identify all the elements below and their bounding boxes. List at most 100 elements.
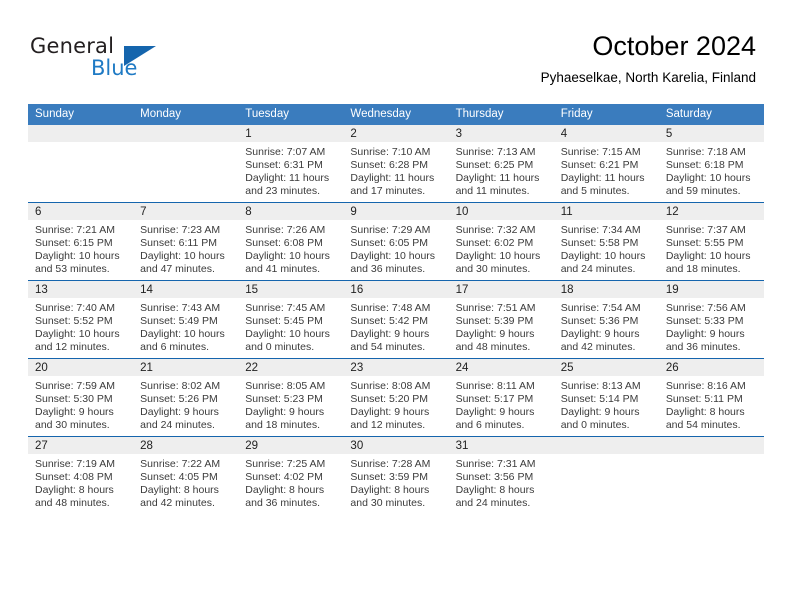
day-cell-inner: 2 Sunrise: 7:10 AM Sunset: 6:28 PM Daylight… [343, 125, 449, 202]
daylight-duration-line1: Daylight: 8 hours [455, 484, 535, 497]
calendar-day-cell[interactable]: 7 Sunrise: 7:23 AM Sunset: 6:11 PM Daylight… [133, 202, 239, 281]
day-cell-inner: 21 Sunrise: 8:02 AM Sunset: 5:26 PM Dayligh… [133, 359, 239, 436]
calendar-day-cell[interactable]: 14 Sunrise: 7:43 AM Sunset: 5:49 PM Dayligh… [133, 280, 239, 359]
day-cell-details: Sunrise: 7:22 AM Sunset: 4:05 PM Daylight:… [133, 454, 238, 510]
calendar-day-cell[interactable]: 19 Sunrise: 7:56 AM Sunset: 5:33 PM Dayligh… [658, 280, 764, 359]
day-number [553, 437, 659, 454]
daylight-duration-line1: Daylight: 8 hours [350, 484, 430, 497]
sunrise-time: Sunrise: 7:59 AM [35, 380, 115, 392]
day-cell-details: Sunrise: 7:21 AM Sunset: 6:15 PM Daylight:… [28, 220, 133, 276]
daylight-duration-line2: and 42 minutes. [560, 341, 636, 354]
calendar-day-cell[interactable]: 13 Sunrise: 7:40 AM Sunset: 5:52 PM Dayligh… [28, 280, 134, 359]
calendar-day-cell[interactable]: 16 Sunrise: 7:48 AM Sunset: 5:42 PM Dayligh… [343, 280, 449, 359]
day-number: 21 [133, 359, 239, 376]
daylight-duration-line1: Daylight: 8 hours [140, 484, 219, 497]
sunset-time: Sunset: 5:14 PM [560, 393, 639, 406]
day-cell-inner: 22 Sunrise: 8:05 AM Sunset: 5:23 PM Dayligh… [238, 359, 344, 436]
calendar-day-cell[interactable]: 30 Sunrise: 7:28 AM Sunset: 3:59 PM Dayligh… [343, 436, 449, 514]
daylight-duration-line2: and 30 minutes. [35, 419, 110, 432]
day-number: 11 [553, 203, 659, 220]
weekday-header-friday: Friday [553, 104, 659, 125]
daylight-duration-line1: Daylight: 11 hours [245, 172, 330, 185]
day-cell-inner: 14 Sunrise: 7:43 AM Sunset: 5:49 PM Dayligh… [133, 281, 239, 358]
calendar-day-cell[interactable]: 23 Sunrise: 8:08 AM Sunset: 5:20 PM Dayligh… [343, 358, 449, 437]
calendar-day-cell[interactable]: 27 Sunrise: 7:19 AM Sunset: 4:08 PM Dayligh… [28, 436, 134, 514]
weekday-header-tuesday: Tuesday [238, 104, 344, 125]
day-cell-inner: 29 Sunrise: 7:25 AM Sunset: 4:02 PM Dayligh… [238, 437, 344, 514]
daylight-duration-line2: and 0 minutes. [245, 341, 315, 354]
day-cell-inner: 16 Sunrise: 7:48 AM Sunset: 5:42 PM Dayligh… [343, 281, 449, 358]
sunrise-time: Sunrise: 8:02 AM [140, 380, 221, 392]
calendar-day-cell[interactable]: 10 Sunrise: 7:32 AM Sunset: 6:02 PM Dayligh… [448, 202, 554, 281]
daylight-duration-line1: Daylight: 9 hours [665, 328, 745, 341]
calendar-day-cell[interactable]: 11 Sunrise: 7:34 AM Sunset: 5:58 PM Dayligh… [553, 202, 659, 281]
calendar-day-cell[interactable]: 4 Sunrise: 7:15 AM Sunset: 6:21 PM Daylight… [553, 125, 659, 203]
sunrise-time: Sunrise: 7:26 AM [245, 224, 326, 236]
day-cell-details: Sunrise: 7:26 AM Sunset: 6:08 PM Daylight:… [238, 220, 343, 276]
calendar-day-cell[interactable]: 26 Sunrise: 8:16 AM Sunset: 5:11 PM Dayligh… [658, 358, 764, 437]
calendar-day-cell[interactable]: 3 Sunrise: 7:13 AM Sunset: 6:25 PM Daylight… [448, 125, 554, 203]
day-number: 20 [28, 359, 134, 376]
calendar-day-cell[interactable]: 15 Sunrise: 7:45 AM Sunset: 5:45 PM Dayligh… [238, 280, 344, 359]
calendar-day-cell[interactable]: 17 Sunrise: 7:51 AM Sunset: 5:39 PM Dayligh… [448, 280, 554, 359]
day-number: 9 [343, 203, 449, 220]
calendar-day-cell[interactable]: 21 Sunrise: 8:02 AM Sunset: 5:26 PM Dayligh… [133, 358, 239, 437]
daylight-duration-line2: and 47 minutes. [140, 263, 215, 276]
calendar-day-cell[interactable]: 1 Sunrise: 7:07 AM Sunset: 6:31 PM Daylight… [238, 125, 344, 203]
day-cell-inner: 30 Sunrise: 7:28 AM Sunset: 3:59 PM Dayligh… [343, 437, 449, 514]
calendar-day-cell[interactable]: 9 Sunrise: 7:29 AM Sunset: 6:05 PM Daylight… [343, 202, 449, 281]
daylight-duration-line2: and 48 minutes. [455, 341, 531, 354]
calendar-day-cell[interactable]: 24 Sunrise: 8:11 AM Sunset: 5:17 PM Dayligh… [448, 358, 554, 437]
sunset-time: Sunset: 6:05 PM [350, 237, 429, 250]
day-cell-inner [553, 437, 659, 514]
page-header: General Blue October 2024 Pyhaeselkae, N… [0, 0, 792, 103]
location-subtitle: Pyhaeselkae, North Karelia, Finland [540, 70, 756, 85]
sunset-time: Sunset: 4:05 PM [140, 471, 218, 484]
daylight-duration-line1: Daylight: 10 hours [35, 328, 120, 341]
sunrise-time: Sunrise: 8:16 AM [665, 380, 746, 392]
weekday-header-sunday: Sunday [28, 104, 134, 125]
general-blue-logo[interactable]: General Blue [30, 34, 160, 86]
calendar-day-cell[interactable]: 22 Sunrise: 8:05 AM Sunset: 5:23 PM Dayligh… [238, 358, 344, 437]
daylight-duration-line1: Daylight: 10 hours [245, 250, 330, 263]
day-number: 4 [553, 125, 659, 142]
calendar-day-cell[interactable]: 20 Sunrise: 7:59 AM Sunset: 5:30 PM Dayligh… [28, 358, 134, 437]
title-block: October 2024 Pyhaeselkae, North Karelia,… [541, 30, 756, 88]
daylight-duration-line1: Daylight: 10 hours [245, 328, 330, 341]
calendar-day-cell[interactable]: 25 Sunrise: 8:13 AM Sunset: 5:14 PM Dayligh… [553, 358, 659, 437]
day-cell-inner: 15 Sunrise: 7:45 AM Sunset: 5:45 PM Dayligh… [238, 281, 344, 358]
day-cell-inner: 19 Sunrise: 7:56 AM Sunset: 5:33 PM Dayligh… [658, 281, 764, 358]
calendar-day-cell[interactable]: 5 Sunrise: 7:18 AM Sunset: 6:18 PM Daylight… [658, 125, 764, 203]
daylight-duration-line1: Daylight: 8 hours [35, 484, 114, 497]
calendar-day-cell[interactable]: 12 Sunrise: 7:37 AM Sunset: 5:55 PM Dayligh… [658, 202, 764, 281]
sunset-time: Sunset: 5:55 PM [665, 237, 744, 250]
day-cell-details: Sunrise: 7:34 AM Sunset: 5:58 PM Daylight:… [554, 220, 659, 276]
sunset-time: Sunset: 5:42 PM [350, 315, 429, 328]
sunrise-time: Sunrise: 7:40 AM [35, 302, 115, 314]
sunset-time: Sunset: 6:08 PM [245, 237, 323, 250]
sunrise-time: Sunrise: 7:51 AM [455, 302, 536, 314]
calendar-week-row: 27 Sunrise: 7:19 AM Sunset: 4:08 PM Dayligh… [28, 436, 764, 514]
day-number: 22 [238, 359, 344, 376]
calendar-day-cell[interactable]: 31 Sunrise: 7:31 AM Sunset: 3:56 PM Dayligh… [448, 436, 554, 514]
sunrise-time: Sunrise: 7:25 AM [245, 458, 326, 470]
day-cell-inner [28, 125, 134, 202]
day-number: 29 [238, 437, 344, 454]
calendar-week-row: 6 Sunrise: 7:21 AM Sunset: 6:15 PM Daylight… [28, 202, 764, 281]
daylight-duration-line2: and 12 minutes. [35, 341, 110, 354]
calendar-day-cell[interactable]: 6 Sunrise: 7:21 AM Sunset: 6:15 PM Daylight… [28, 202, 134, 281]
day-number: 25 [553, 359, 659, 376]
calendar-day-cell[interactable]: 28 Sunrise: 7:22 AM Sunset: 4:05 PM Dayligh… [133, 436, 239, 514]
sunrise-time: Sunrise: 7:13 AM [455, 146, 536, 158]
calendar-day-cell[interactable]: 8 Sunrise: 7:26 AM Sunset: 6:08 PM Daylight… [238, 202, 344, 281]
sunrise-time: Sunrise: 7:34 AM [560, 224, 641, 236]
daylight-duration-line1: Daylight: 10 hours [35, 250, 120, 263]
calendar-day-cell[interactable]: 29 Sunrise: 7:25 AM Sunset: 4:02 PM Dayligh… [238, 436, 344, 514]
sunrise-time: Sunrise: 7:43 AM [140, 302, 221, 314]
daylight-duration-line2: and 11 minutes. [455, 185, 530, 198]
calendar-day-cell[interactable]: 2 Sunrise: 7:10 AM Sunset: 6:28 PM Daylight… [343, 125, 449, 203]
sunset-time: Sunset: 5:17 PM [455, 393, 534, 406]
day-cell-inner: 12 Sunrise: 7:37 AM Sunset: 5:55 PM Dayligh… [658, 203, 764, 280]
calendar-day-cell[interactable]: 18 Sunrise: 7:54 AM Sunset: 5:36 PM Dayligh… [553, 280, 659, 359]
daylight-duration-line1: Daylight: 9 hours [350, 406, 430, 419]
